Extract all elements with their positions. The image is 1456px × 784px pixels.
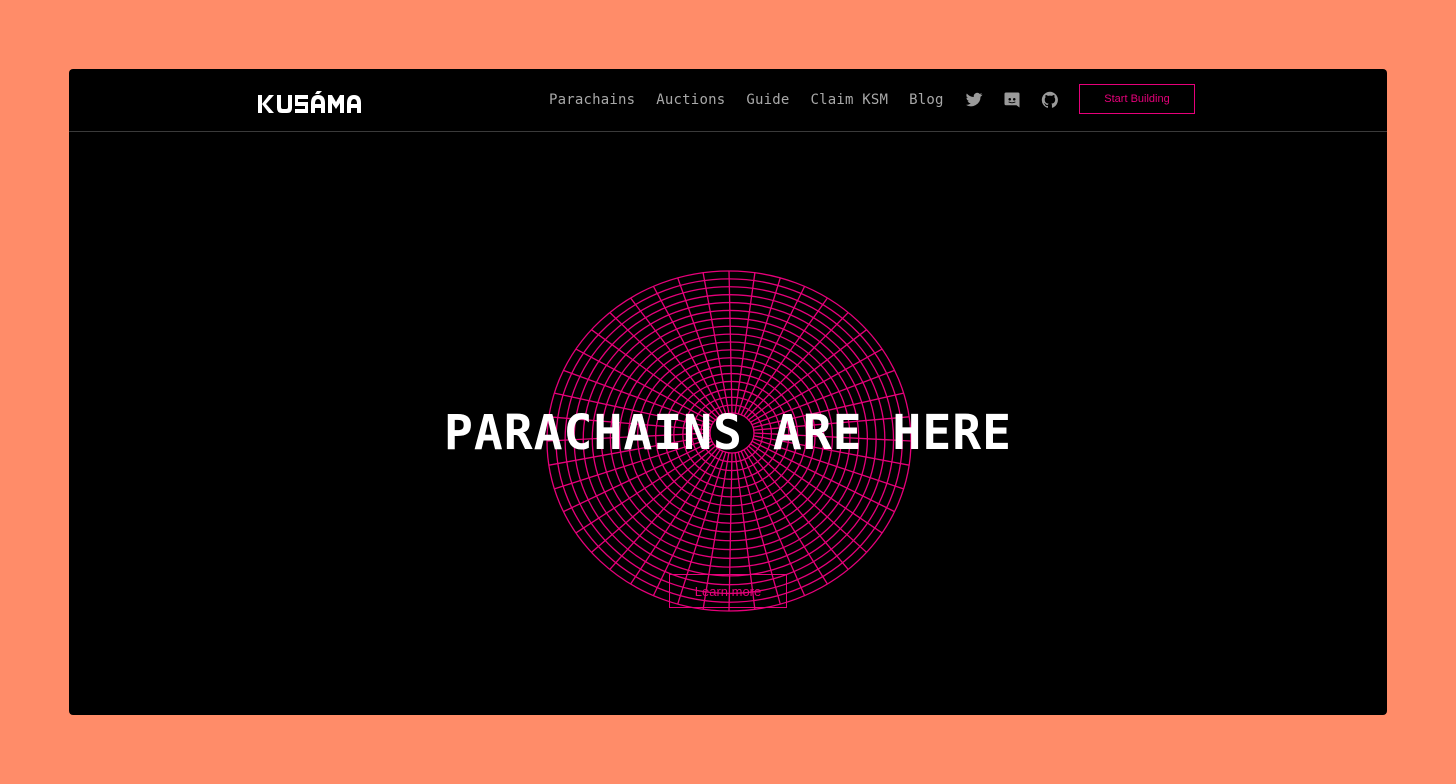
browser-window: Parachains Auctions Guide Claim KSM Blog… [69,69,1387,715]
grid-spoke [630,297,721,417]
learn-more-button[interactable]: Learn more [669,574,787,608]
hero-title: PARACHAINS ARE HERE [443,405,1013,461]
radial-grid-graphic [546,270,912,612]
grid-spoke [748,445,867,553]
